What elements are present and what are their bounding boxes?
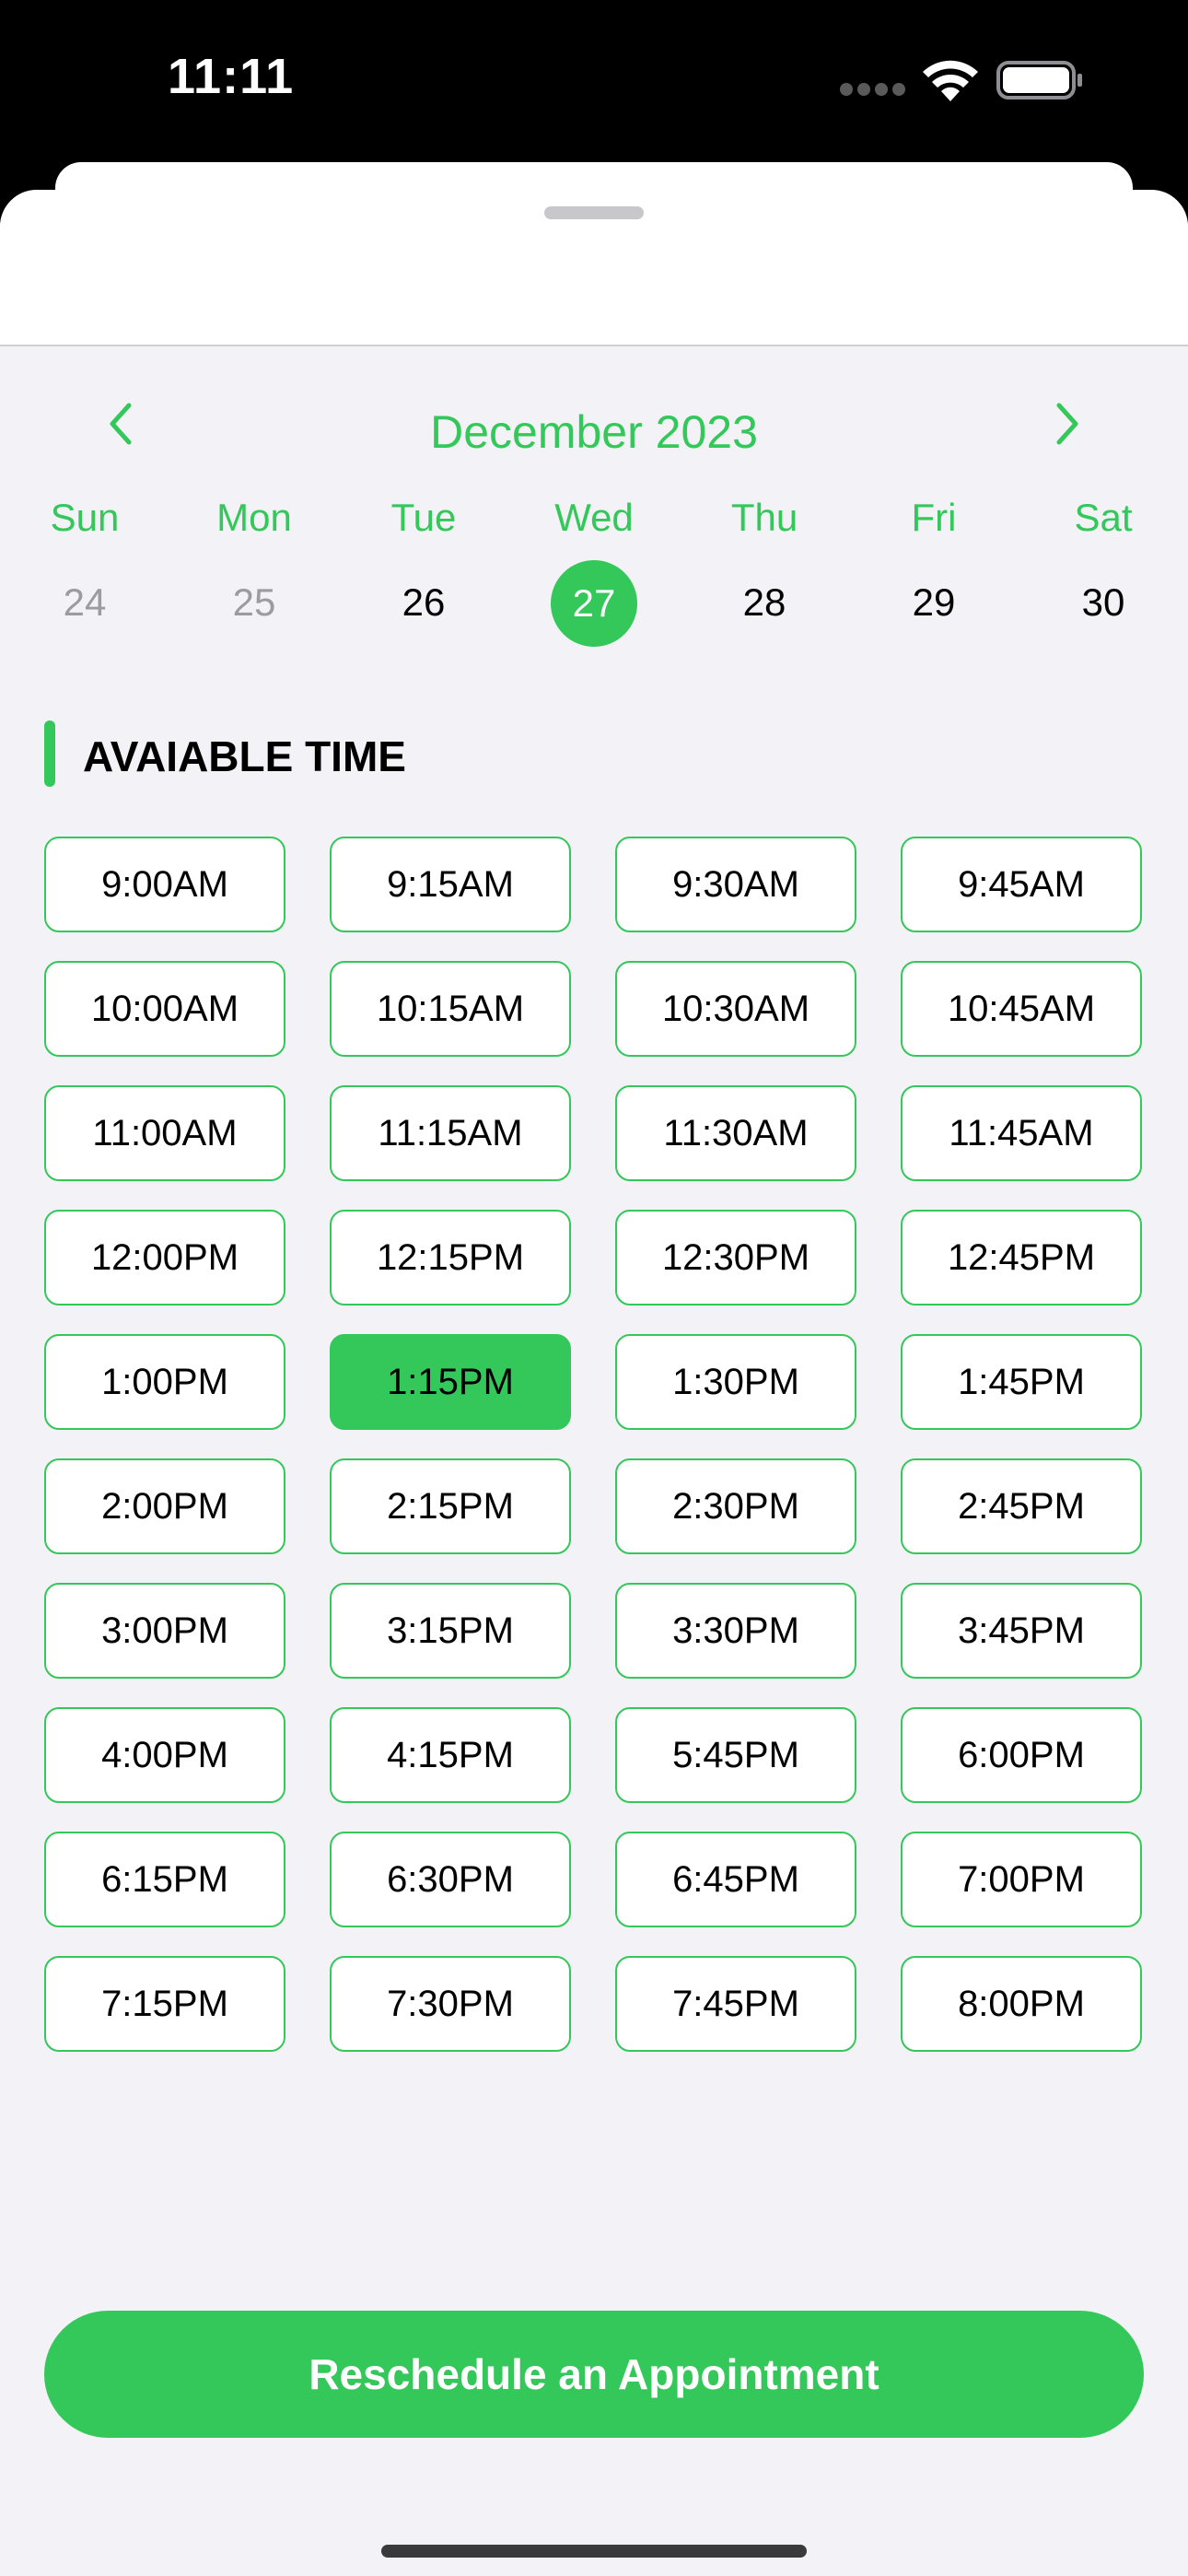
time-slot[interactable]: 4:15PM (330, 1707, 571, 1803)
calendar-day[interactable]: 24 (0, 560, 169, 645)
weekday-label: Mon (216, 496, 292, 539)
calendar-day-label: 28 (742, 580, 786, 624)
time-slot[interactable]: 7:30PM (330, 1956, 571, 2052)
weekday-label: Wed (554, 496, 634, 539)
calendar-day-label: 30 (1081, 580, 1125, 624)
month-title: December 2023 (430, 406, 758, 458)
screen: 11:11 December 2023 Sun Mon Tue Wed Thu Fri Sa… (0, 0, 1188, 2576)
battery-icon (996, 61, 1082, 100)
time-slot[interactable]: 12:45PM (901, 1210, 1142, 1306)
time-slot[interactable]: 3:00PM (44, 1583, 285, 1679)
time-slot[interactable]: 7:00PM (901, 1832, 1142, 1927)
weekday-label: Tue (390, 496, 457, 539)
calendar-day-label: 27 (551, 560, 637, 647)
calendar-day[interactable]: 25 (169, 560, 339, 645)
sheet-header (0, 190, 1188, 346)
chevron-right-icon[interactable] (1030, 387, 1103, 461)
calendar-day-label: 25 (232, 580, 276, 624)
section-title: AVAIABLE TIME (83, 732, 406, 780)
time-slot[interactable]: 4:00PM (44, 1707, 285, 1803)
time-slot[interactable]: 9:00AM (44, 837, 285, 932)
time-slot[interactable]: 2:15PM (330, 1458, 571, 1554)
time-slot[interactable]: 7:45PM (615, 1956, 856, 2052)
time-slot[interactable]: 9:15AM (330, 837, 571, 932)
calendar-day[interactable]: 28 (680, 560, 849, 645)
weekday-label: Sat (1074, 496, 1133, 539)
home-indicator (381, 2545, 807, 2558)
time-slot[interactable]: 6:45PM (615, 1832, 856, 1927)
time-slot[interactable]: 1:00PM (44, 1334, 285, 1430)
time-slot[interactable]: 12:30PM (615, 1210, 856, 1306)
time-slot[interactable]: 10:45AM (901, 961, 1142, 1057)
time-slot[interactable]: 1:45PM (901, 1334, 1142, 1430)
time-slot[interactable]: 12:00PM (44, 1210, 285, 1306)
sheet-grabber[interactable] (544, 206, 644, 219)
time-slot[interactable]: 3:15PM (330, 1583, 571, 1679)
calendar-day[interactable]: 29 (849, 560, 1019, 645)
time-slot[interactable]: 6:00PM (901, 1707, 1142, 1803)
time-slot-selected[interactable]: 1:15PM (330, 1334, 571, 1430)
time-slot[interactable]: 7:15PM (44, 1956, 285, 2052)
status-time: 11:11 (168, 49, 295, 104)
calendar-day[interactable]: 26 (339, 560, 508, 645)
time-slot[interactable]: 11:45AM (901, 1085, 1142, 1181)
calendar-day-label: 26 (402, 580, 446, 624)
time-slot[interactable]: 10:30AM (615, 961, 856, 1057)
time-slot[interactable]: 2:30PM (615, 1458, 856, 1554)
weekday-label: Thu (730, 496, 798, 539)
section-accent-bar (44, 720, 55, 787)
time-slot[interactable]: 6:15PM (44, 1832, 285, 1927)
calendar-day-label: 24 (63, 580, 107, 624)
calendar-day-label: 29 (912, 580, 956, 624)
calendar-day-selected[interactable]: 27 (509, 560, 679, 647)
time-slot[interactable]: 3:45PM (901, 1583, 1142, 1679)
cellular-signal-icon (840, 83, 905, 98)
time-slot[interactable]: 3:30PM (615, 1583, 856, 1679)
time-slot[interactable]: 1:30PM (615, 1334, 856, 1430)
time-slot[interactable]: 2:45PM (901, 1458, 1142, 1554)
reschedule-button[interactable]: Reschedule an Appointment (44, 2311, 1144, 2438)
calendar-day[interactable]: 30 (1019, 560, 1188, 645)
time-slot[interactable]: 6:30PM (330, 1832, 571, 1927)
time-slot[interactable]: 10:00AM (44, 961, 285, 1057)
time-slot[interactable]: 10:15AM (330, 961, 571, 1057)
time-slot[interactable]: 11:00AM (44, 1085, 285, 1181)
wifi-icon (923, 60, 978, 101)
time-slot[interactable]: 12:15PM (330, 1210, 571, 1306)
weekday-label: Fri (911, 496, 957, 539)
bottom-sheet: December 2023 Sun Mon Tue Wed Thu Fri Sat 24 25… (0, 190, 1188, 2576)
time-slot[interactable]: 8:00PM (901, 1956, 1142, 2052)
time-slot[interactable]: 11:15AM (330, 1085, 571, 1181)
weekday-label: Sun (50, 496, 120, 539)
time-slot[interactable]: 2:00PM (44, 1458, 285, 1554)
time-slot[interactable]: 11:30AM (615, 1085, 856, 1181)
time-slot[interactable]: 9:45AM (901, 837, 1142, 932)
time-slot[interactable]: 9:30AM (615, 837, 856, 932)
time-slot[interactable]: 5:45PM (615, 1707, 856, 1803)
